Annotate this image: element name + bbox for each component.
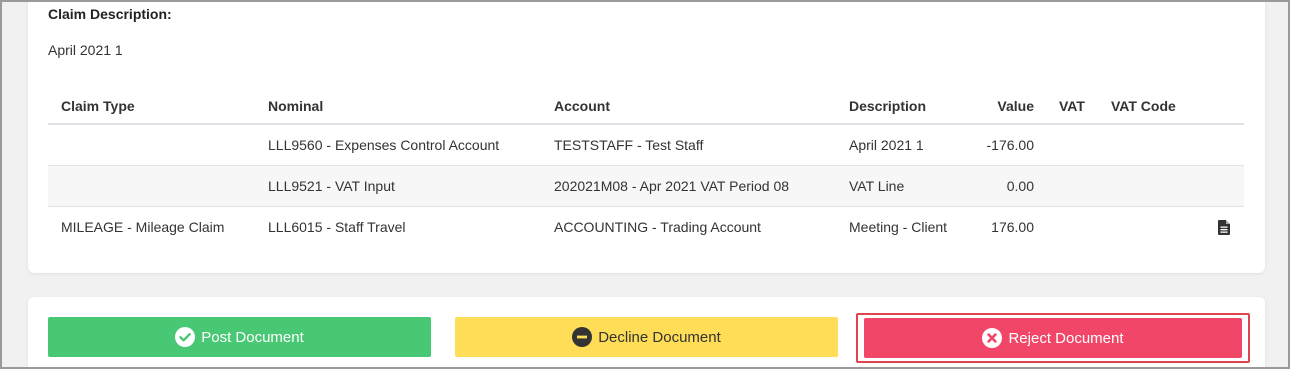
cell-claim-type xyxy=(48,124,255,166)
check-circle-icon xyxy=(175,327,196,347)
header-vat: VAT xyxy=(1046,88,1098,125)
reject-document-label: Reject Document xyxy=(1008,329,1124,347)
header-nominal: Nominal xyxy=(255,88,541,125)
table-row: LLL9560 - Expenses Control Account TESTS… xyxy=(48,124,1244,166)
cell-value: -176.00 xyxy=(966,124,1046,166)
cell-nominal: LLL9560 - Expenses Control Account xyxy=(255,124,541,166)
cell-claim-type: MILEAGE - Mileage Claim xyxy=(48,206,255,247)
cell-description: April 2021 1 xyxy=(836,124,966,166)
cell-account: TESTSTAFF - Test Staff xyxy=(541,124,836,166)
decline-document-label: Decline Document xyxy=(598,328,721,346)
cell-vat-code xyxy=(1098,206,1244,247)
times-circle-icon xyxy=(982,328,1003,348)
post-document-button[interactable]: Post Document xyxy=(48,317,431,357)
claim-details-card: Claim Description: April 2021 1 Claim Ty… xyxy=(28,2,1265,273)
cell-vat xyxy=(1046,206,1098,247)
cell-description: Meeting - Client xyxy=(836,206,966,247)
reject-document-button[interactable]: Reject Document xyxy=(864,318,1242,358)
header-claim-type: Claim Type xyxy=(48,88,255,125)
cell-vat-code xyxy=(1098,165,1244,207)
decline-document-button[interactable]: Decline Document xyxy=(455,317,838,357)
actions-card: Post Document Decline Document Reject Do… xyxy=(28,297,1265,367)
table-row: MILEAGE - Mileage Claim LLL6015 - Staff … xyxy=(48,206,1244,247)
table-row: LLL9521 - VAT Input 202021M08 - Apr 2021… xyxy=(48,165,1244,207)
cell-account: ACCOUNTING - Trading Account xyxy=(541,206,836,247)
claim-description-value: April 2021 1 xyxy=(48,42,123,58)
cell-vat xyxy=(1046,165,1098,207)
cell-account: 202021M08 - Apr 2021 VAT Period 08 xyxy=(541,165,836,207)
cell-value: 0.00 xyxy=(966,165,1046,207)
cell-vat xyxy=(1046,124,1098,166)
header-vat-code: VAT Code xyxy=(1098,88,1244,125)
cell-nominal: LLL6015 - Staff Travel xyxy=(255,206,541,247)
cell-nominal: LLL9521 - VAT Input xyxy=(255,165,541,207)
header-account: Account xyxy=(541,88,836,125)
window-frame: Claim Description: April 2021 1 Claim Ty… xyxy=(0,0,1290,369)
document-icon[interactable] xyxy=(1218,220,1230,236)
cell-vat-code xyxy=(1098,124,1244,166)
claim-description-label: Claim Description: xyxy=(48,6,172,22)
post-document-label: Post Document xyxy=(201,328,304,346)
cell-claim-type xyxy=(48,165,255,207)
claim-lines-table: Claim Type Nominal Account Description V… xyxy=(48,88,1244,247)
table-header-row: Claim Type Nominal Account Description V… xyxy=(48,88,1244,125)
cell-value: 176.00 xyxy=(966,206,1046,247)
minus-circle-icon xyxy=(572,327,593,347)
header-description: Description xyxy=(836,88,966,125)
header-value: Value xyxy=(966,88,1046,125)
reject-highlight-frame: Reject Document xyxy=(856,313,1250,363)
cell-description: VAT Line xyxy=(836,165,966,207)
